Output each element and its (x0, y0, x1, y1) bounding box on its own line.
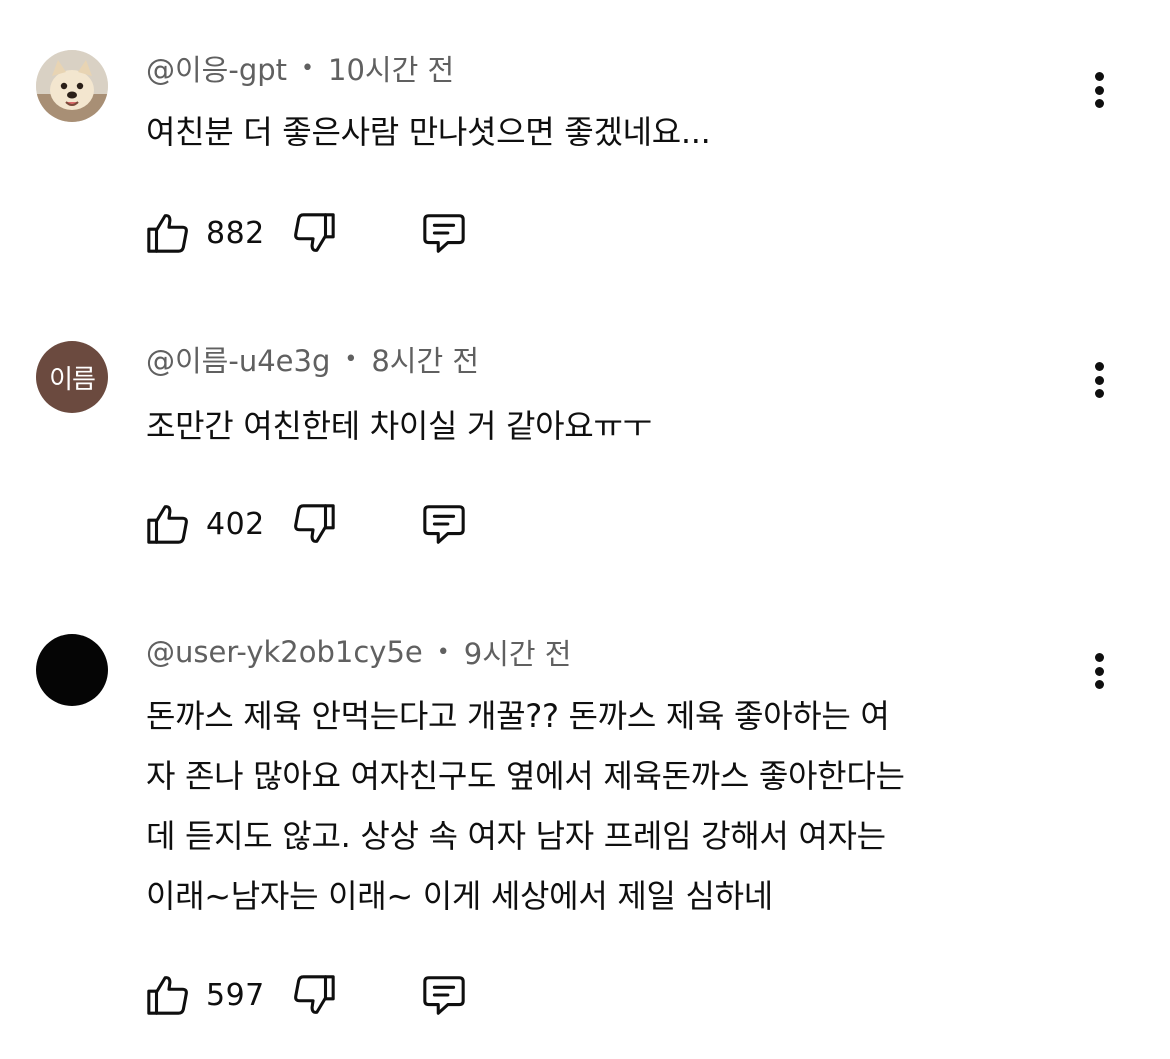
separator-dot: • (344, 346, 358, 372)
like-button[interactable] (144, 971, 192, 1019)
timestamp[interactable]: 10시간 전 (328, 47, 454, 89)
comment-text-line: 돈까스 제육 안먹는다고 개꿀?? 돈까스 제육 좋아하는 여 (146, 697, 890, 735)
comment-text-line: 데 듣지도 않고. 상상 속 여자 남자 프레임 강해서 여자는 (146, 817, 886, 855)
dislike-button[interactable] (290, 971, 338, 1019)
dog-photo-icon (36, 50, 108, 122)
thumbs-up-icon (147, 505, 188, 544)
reply-bubble-icon (423, 976, 465, 1015)
thumbs-down-icon (294, 975, 335, 1014)
comment-text-line: 자 존나 많아요 여자친구도 옆에서 제육돈까스 좋아한다는 (146, 757, 905, 795)
avatar-initials: 이름 (49, 364, 96, 395)
comment-actions: 402 (144, 499, 468, 549)
like-button[interactable] (144, 209, 192, 257)
like-count: 402 (206, 506, 265, 542)
timestamp[interactable]: 9시간 전 (464, 631, 572, 673)
reply-button[interactable] (420, 500, 468, 548)
like-button[interactable] (144, 500, 192, 548)
author-name[interactable]: @user-yk2ob1cy5e (146, 635, 423, 669)
like-count: 597 (206, 977, 265, 1013)
reply-bubble-icon (423, 214, 465, 253)
avatar[interactable] (36, 50, 108, 122)
comment-text-line: 이래~남자는 이래~ 이게 세상에서 제일 심하네 (146, 877, 773, 915)
separator-dot: • (301, 55, 314, 81)
comment-actions: 882 (144, 208, 468, 258)
timestamp[interactable]: 8시간 전 (371, 338, 479, 380)
author-name[interactable]: @이름-u4e3g (146, 338, 330, 380)
comment-text: 조만간 여친한테 차이실 거 같아요ㅠㅜ (146, 407, 652, 445)
dislike-button[interactable] (290, 209, 338, 257)
comment-header: @user-yk2ob1cy5e • 9시간 전 (146, 632, 571, 672)
reply-button[interactable] (420, 971, 468, 1019)
thumbs-up-icon (147, 214, 188, 253)
dislike-button[interactable] (290, 500, 338, 548)
like-count: 882 (206, 215, 265, 251)
author-name[interactable]: @이응-gpt (146, 47, 287, 89)
thumbs-down-icon (294, 213, 335, 252)
comment-header: @이응-gpt • 10시간 전 (146, 48, 454, 88)
avatar[interactable] (36, 634, 108, 706)
avatar[interactable]: 이름 (36, 341, 108, 413)
separator-dot: • (436, 639, 450, 665)
thumbs-up-icon (147, 976, 188, 1015)
thumbs-down-icon (294, 504, 335, 543)
comment-header: @이름-u4e3g • 8시간 전 (146, 339, 479, 379)
reply-button[interactable] (420, 209, 468, 257)
reply-bubble-icon (423, 505, 465, 544)
comment-text: 여친분 더 좋은사람 만나셧으면 좋겠네요... (146, 113, 711, 151)
comment-actions: 597 (144, 970, 468, 1020)
comment-text: 돈까스 제육 안먹는다고 개꿀?? 돈까스 제육 좋아하는 여 자 존나 많아요… (146, 686, 1096, 926)
